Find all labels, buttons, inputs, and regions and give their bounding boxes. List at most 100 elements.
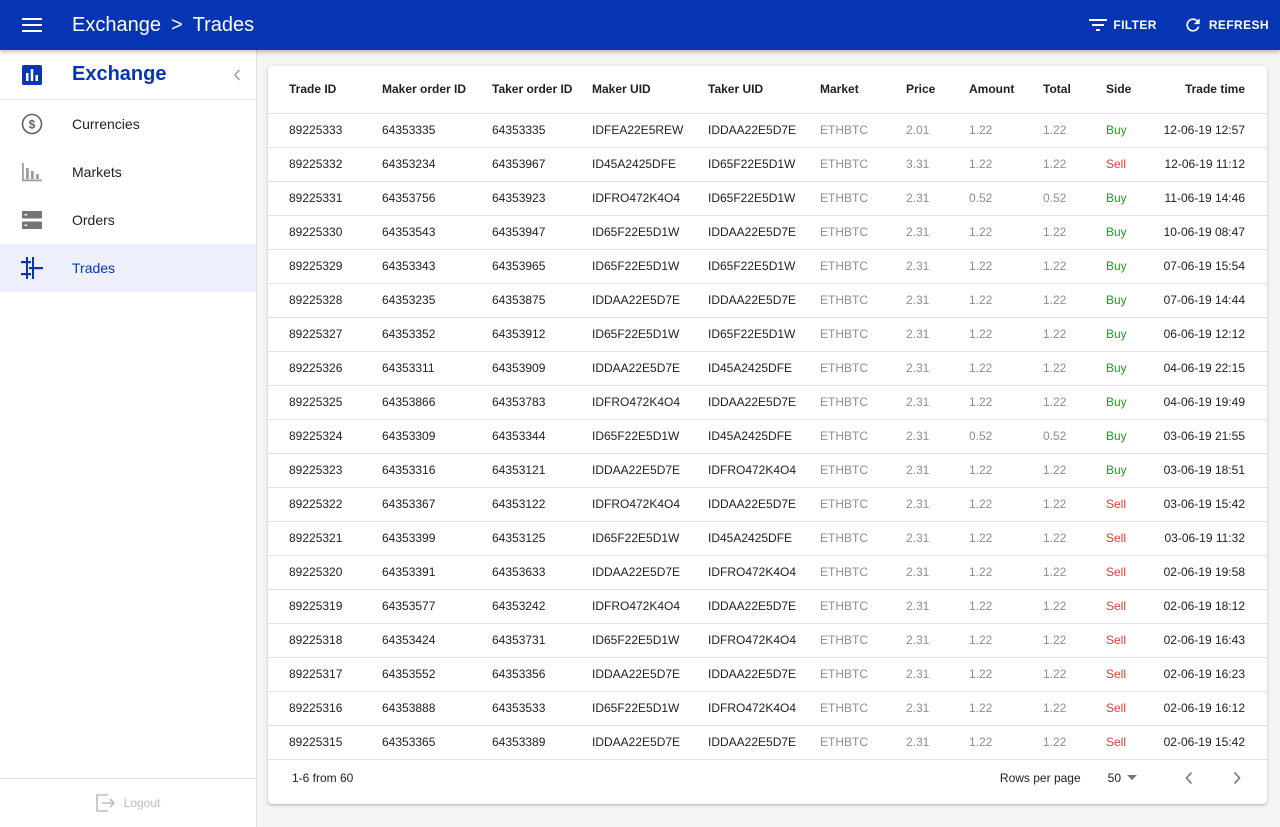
market-cell: ETHBTC [820,181,906,216]
rows-per-page-value: 50 [1107,771,1121,785]
table-row[interactable]: 89225321 64353399 64353125 ID65F22E5D1W ID45… [268,521,1267,556]
table-row[interactable]: 89225324 64353309 64353344 ID65F22E5D1W ID45… [268,419,1267,454]
breadcrumb: Exchange > Trades [72,14,254,37]
total-cell: 1.22 [1043,487,1106,522]
logout-icon [95,794,115,812]
amount-cell: 1.22 [969,249,1043,284]
taker-uid-cell: IDFRO472K4O4 [708,453,820,488]
table-row[interactable]: 89225323 64353316 64353121 IDDAA22E5D7E IDFR… [268,453,1267,488]
sidebar-item-orders[interactable]: Orders [0,196,256,244]
taker-uid-cell: IDDAA22E5D7E [708,385,820,420]
market-cell: ETHBTC [820,113,906,148]
table-row[interactable]: 89225318 64353424 64353731 ID65F22E5D1W IDFR… [268,623,1267,658]
table-row[interactable]: 89225327 64353352 64353912 ID65F22E5D1W ID65… [268,317,1267,352]
amount-cell: 1.22 [969,215,1043,250]
table-row[interactable]: 89225332 64353234 64353967 ID45A2425DFE ID65… [268,147,1267,182]
table-row[interactable]: 89225328 64353235 64353875 IDDAA22E5D7E IDDA… [268,283,1267,318]
trade-id-cell: 89225327 [268,317,382,352]
taker-order-id-cell: 64353965 [492,249,592,284]
table-row[interactable]: 89225319 64353577 64353242 IDFRO472K4O4 IDDA… [268,589,1267,624]
table-row[interactable]: 89225316 64353888 64353533 ID65F22E5D1W IDFR… [268,691,1267,726]
column-header-price[interactable]: Price [906,66,969,114]
collapse-sidebar-button[interactable] [232,67,242,88]
table-row[interactable]: 89225317 64353552 64353356 IDDAA22E5D7E IDDA… [268,657,1267,692]
maker-uid-cell: IDDAA22E5D7E [592,555,708,590]
column-header-taker-order-id[interactable]: Taker order ID [492,66,592,114]
next-page-button[interactable] [1225,766,1249,790]
maker-uid-cell: IDFRO472K4O4 [592,385,708,420]
rows-per-page-select[interactable]: 50 [1108,771,1137,785]
column-header-maker-uid[interactable]: Maker UID [592,66,708,114]
table-row[interactable]: 89225326 64353311 64353909 IDDAA22E5D7E ID45… [268,351,1267,386]
amount-cell: 1.22 [969,317,1043,352]
trade-time-cell: 02-06-19 16:12 [1156,691,1267,726]
taker-uid-cell: ID45A2425DFE [708,419,820,454]
taker-uid-cell: IDDAA22E5D7E [708,283,820,318]
price-cell: 2.31 [906,181,969,216]
side-cell: Sell [1106,555,1156,590]
taker-order-id-cell: 64353335 [492,113,592,148]
pagination-range: 1-6 from 60 [292,771,354,785]
taker-uid-cell: IDDAA22E5D7E [708,113,820,148]
column-header-market[interactable]: Market [820,66,906,114]
sidebar-item-currencies[interactable]: $ Currencies [0,100,256,148]
logout-button[interactable]: Logout [0,778,256,827]
maker-order-id-cell: 64353234 [382,147,492,182]
total-cell: 1.22 [1043,317,1106,352]
total-cell: 1.22 [1043,215,1106,250]
column-header-trade-time[interactable]: Trade time [1156,66,1267,114]
price-cell: 2.31 [906,351,969,386]
column-header-side[interactable]: Side [1106,66,1156,114]
side-cell: Buy [1106,283,1156,318]
trade-time-cell: 02-06-19 19:58 [1156,555,1267,590]
taker-uid-cell: ID65F22E5D1W [708,317,820,352]
table-row[interactable]: 89225329 64353343 64353965 ID65F22E5D1W ID65… [268,249,1267,284]
sidebar-item-markets[interactable]: Markets [0,148,256,196]
taker-order-id-cell: 64353909 [492,351,592,386]
trade-time-cell: 03-06-19 11:32 [1156,521,1267,556]
column-header-maker-order-id[interactable]: Maker order ID [382,66,492,114]
filter-label: FILTER [1113,18,1157,32]
breadcrumb-root[interactable]: Exchange [72,14,161,37]
table-row[interactable]: 89225331 64353756 64353923 IDFRO472K4O4 ID65… [268,181,1267,216]
trade-time-cell: 02-06-19 16:23 [1156,657,1267,692]
maker-order-id-cell: 64353309 [382,419,492,454]
amount-cell: 1.22 [969,589,1043,624]
trade-time-cell: 04-06-19 19:49 [1156,385,1267,420]
price-cell: 2.31 [906,249,969,284]
table-row[interactable]: 89225322 64353367 64353122 IDFRO472K4O4 IDDA… [268,487,1267,522]
breadcrumb-separator: > [170,13,183,36]
table-row[interactable]: 89225320 64353391 64353633 IDDAA22E5D7E IDFR… [268,555,1267,590]
maker-uid-cell: IDFRO472K4O4 [592,589,708,624]
column-header-amount[interactable]: Amount [969,66,1043,114]
trade-id-cell: 89225332 [268,147,382,182]
previous-page-button[interactable] [1177,766,1201,790]
column-header-taker-uid[interactable]: Taker UID [708,66,820,114]
column-header-trade-id[interactable]: Trade ID [268,66,382,114]
maker-uid-cell: ID45A2425DFE [592,147,708,182]
trade-id-cell: 89225317 [268,657,382,692]
taker-order-id-cell: 64353344 [492,419,592,454]
market-cell: ETHBTC [820,453,906,488]
side-cell: Sell [1106,589,1156,624]
maker-uid-cell: IDFRO472K4O4 [592,181,708,216]
table-row[interactable]: 89225330 64353543 64353947 ID65F22E5D1W IDDA… [268,215,1267,250]
table-row[interactable]: 89225333 64353335 64353335 IDFEA22E5REW IDDA… [268,113,1267,148]
trade-id-cell: 89225321 [268,521,382,556]
menu-button[interactable] [0,0,64,50]
market-cell: ETHBTC [820,283,906,318]
price-cell: 2.31 [906,555,969,590]
column-header-total[interactable]: Total [1043,66,1106,114]
maker-uid-cell: ID65F22E5D1W [592,691,708,726]
logout-label: Logout [123,796,161,810]
trade-id-cell: 89225316 [268,691,382,726]
market-cell: ETHBTC [820,691,906,726]
trade-time-cell: 07-06-19 14:44 [1156,283,1267,318]
taker-order-id-cell: 64353967 [492,147,592,182]
total-cell: 1.22 [1043,589,1106,624]
maker-order-id-cell: 64353866 [382,385,492,420]
sidebar-item-trades[interactable]: Trades [0,244,256,292]
filter-button[interactable]: FILTER [1089,0,1157,50]
refresh-button[interactable]: REFRESH [1183,0,1269,50]
table-row[interactable]: 89225325 64353866 64353783 IDFRO472K4O4 IDDA… [268,385,1267,420]
